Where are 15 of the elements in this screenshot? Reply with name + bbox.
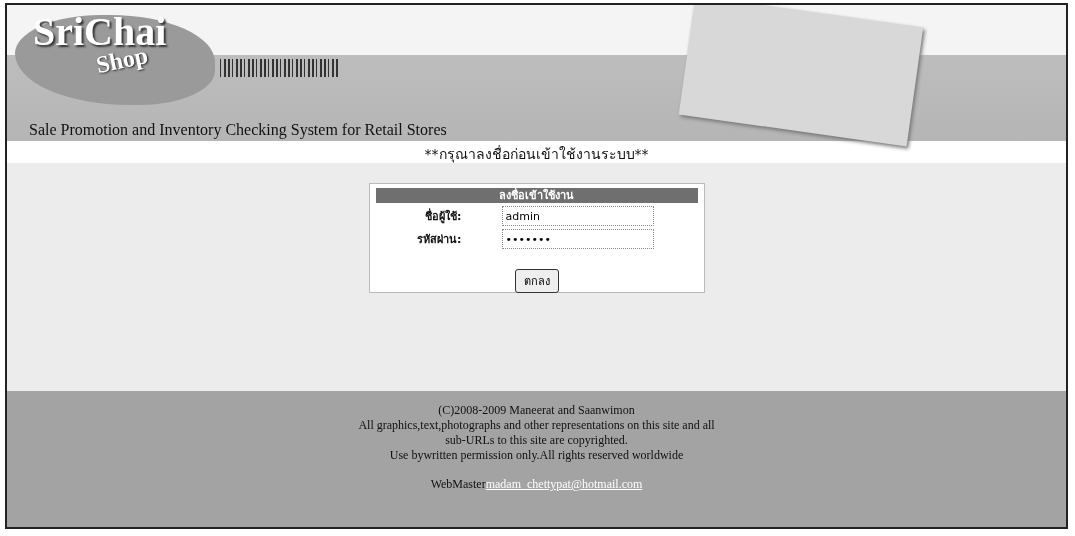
barcode-icon — [220, 59, 340, 77]
site-subtitle: Sale Promotion and Inventory Checking System for Retail Stores — [28, 121, 448, 141]
panel-title: ลงชื่อเข้าใช้งาน — [375, 188, 698, 203]
input-field[interactable]: admin — [501, 206, 654, 226]
field-label: รหัสผ่าน: — [416, 232, 462, 248]
ok-button[interactable]: ตกลง — [514, 269, 559, 293]
copyright-text: (C)2008-2009 Maneerat and Saanwimon — [438, 403, 635, 418]
webmaster-label: WebMaster — [430, 477, 486, 492]
login-notice: **กรุณาลงชื่อก่อนเข้าใช้งานระบบ** — [423, 144, 650, 163]
input-field[interactable]: ••••••• — [501, 229, 654, 249]
copyright-text: Use bywritten permission only.All rights reserved worldwide — [389, 448, 684, 463]
logo-text: SriChai — [33, 9, 167, 54]
copyright-text: sub-URLs to this site are copyrighted. — [445, 433, 628, 448]
field-label: ชื่อผู้ใช้: — [424, 207, 462, 225]
copyright-text: All graphics,text,photographs and other representations on this site and all — [358, 418, 715, 433]
